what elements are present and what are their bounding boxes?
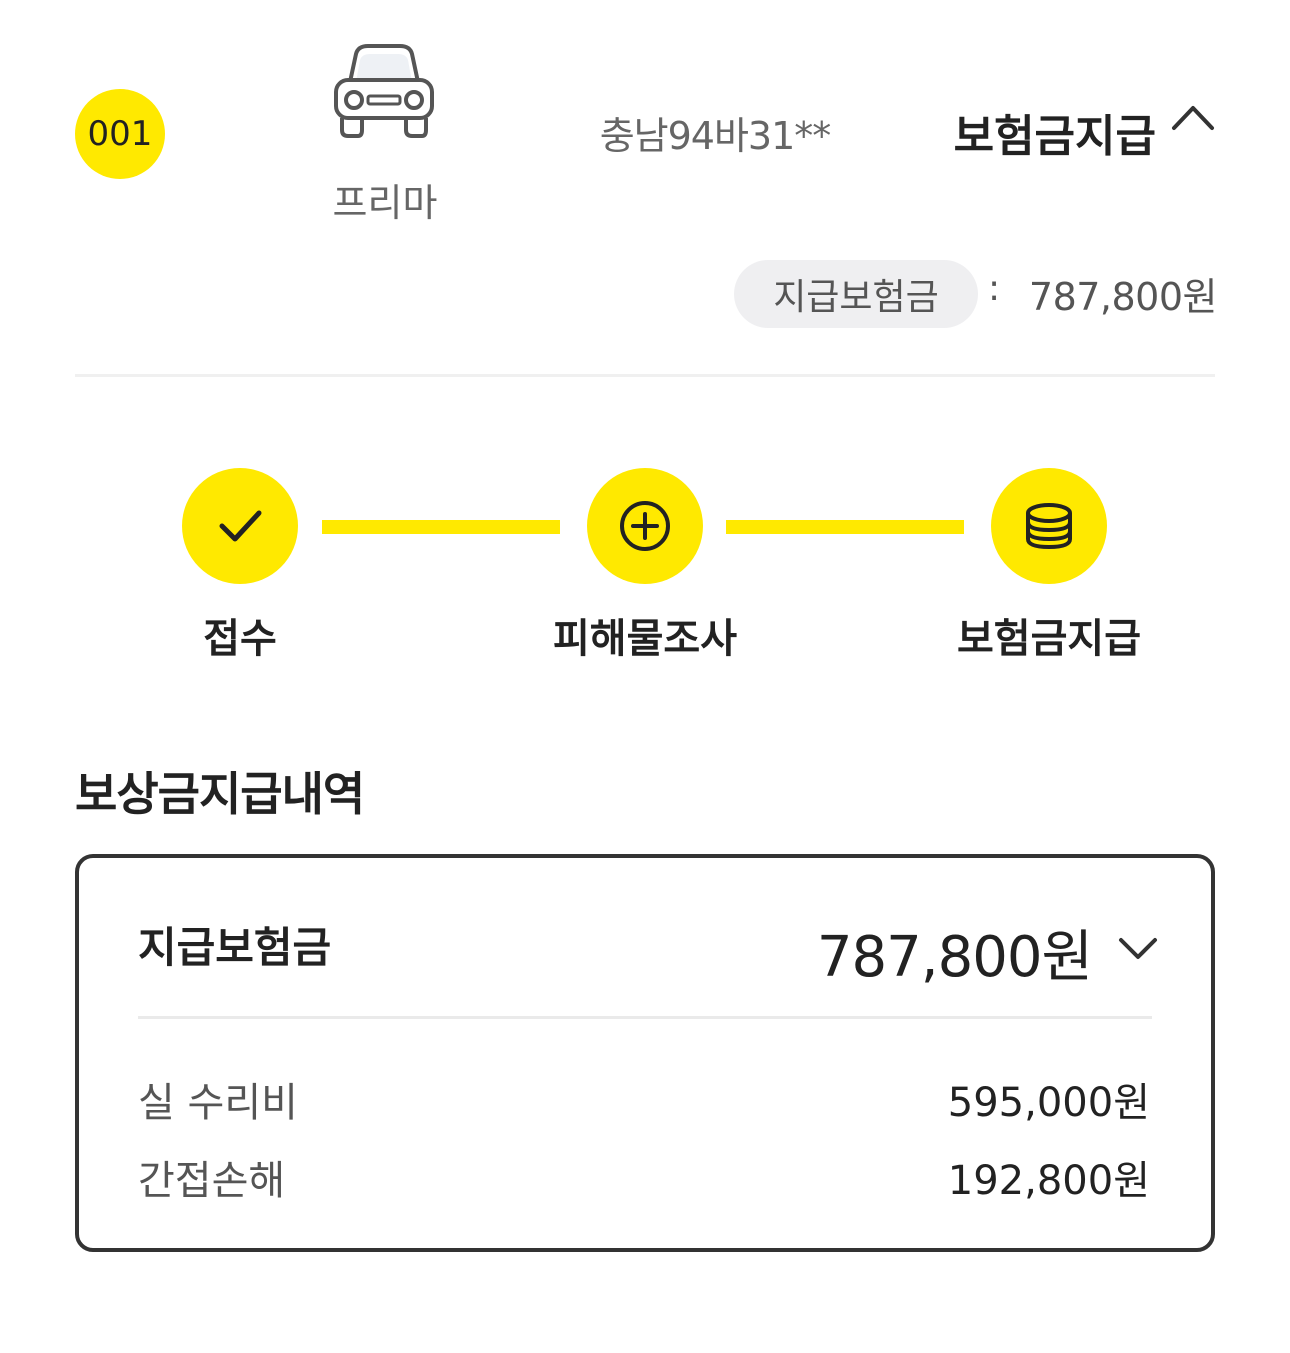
license-plate: 충남94바31** bbox=[599, 114, 832, 158]
step-connector-2 bbox=[726, 520, 964, 534]
step-label-investigation: 피해물조사 bbox=[553, 616, 737, 662]
colon-separator: : bbox=[988, 268, 1001, 309]
step-investigation-circle bbox=[587, 468, 703, 584]
chevron-up-icon[interactable] bbox=[1168, 98, 1218, 138]
step-label-received: 접수 bbox=[203, 616, 277, 662]
summary-amount: 787,800원 bbox=[816, 925, 1093, 990]
chevron-down-icon[interactable] bbox=[1115, 930, 1161, 966]
step-label-payment: 보험금지급 bbox=[957, 616, 1141, 662]
paid-amount-pill: 지급보험금 bbox=[734, 260, 978, 328]
step-connector-1 bbox=[322, 520, 560, 534]
repair-cost-value: 595,000원 bbox=[947, 1080, 1150, 1126]
header-divider bbox=[75, 374, 1215, 377]
paid-amount-label: 지급보험금 bbox=[773, 277, 939, 318]
claim-status: 보험금지급 bbox=[953, 111, 1156, 162]
repair-cost-label: 실 수리비 bbox=[138, 1080, 298, 1126]
plus-circle-icon bbox=[620, 501, 670, 551]
card-divider bbox=[138, 1016, 1152, 1019]
summary-label: 지급보험금 bbox=[138, 923, 332, 972]
paid-amount-value: 787,800원 bbox=[1028, 275, 1218, 319]
car-icon bbox=[334, 44, 434, 138]
claim-number: 001 bbox=[87, 114, 153, 154]
indirect-loss-label: 간접손해 bbox=[138, 1158, 286, 1204]
section-title: 보상금지급내역 bbox=[75, 767, 365, 821]
check-icon bbox=[219, 510, 262, 542]
car-model-name: 프리마 bbox=[332, 181, 438, 225]
indirect-loss-value: 192,800원 bbox=[947, 1158, 1150, 1204]
step-payment-circle bbox=[991, 468, 1107, 584]
step-received-circle bbox=[182, 468, 298, 584]
coins-icon bbox=[1026, 503, 1072, 550]
claim-number-badge: 001 bbox=[75, 89, 165, 179]
